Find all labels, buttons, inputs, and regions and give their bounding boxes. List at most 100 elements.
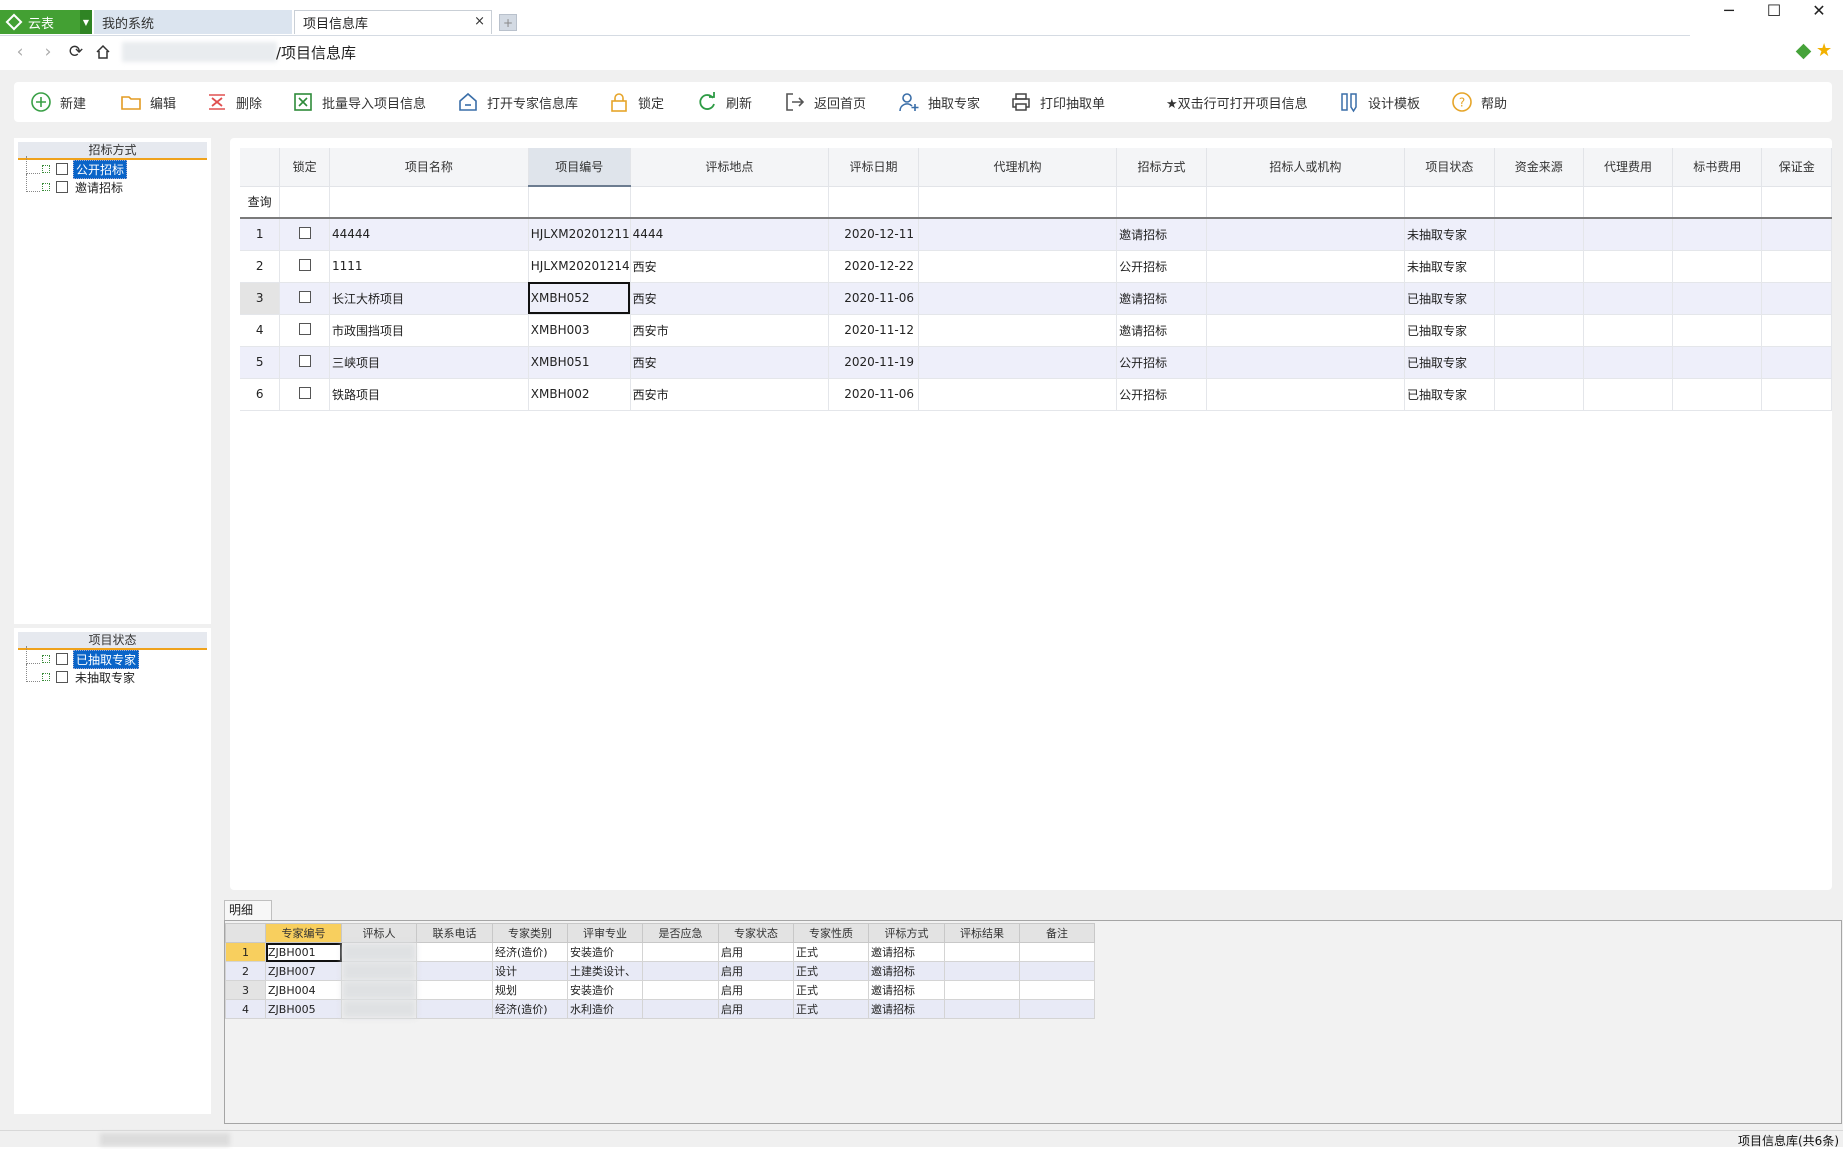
open-expert-db-button[interactable]: 打开专家信息库 [457,82,578,122]
lock-checkbox-cell[interactable] [279,314,330,347]
column-header[interactable]: 标书费用 [1672,148,1763,187]
detail-tab[interactable]: 明细 [224,900,272,920]
expert-state-cell[interactable]: 启用 [718,961,794,981]
back-home-button[interactable]: 返回首页 [784,82,866,122]
phone-cell[interactable] [416,961,493,981]
query-cell[interactable] [1116,186,1207,219]
expert-state-cell[interactable]: 启用 [718,980,794,1000]
expert-category-cell[interactable]: 经济(造价) [492,942,568,962]
query-cell[interactable] [828,186,919,219]
detail-column-header[interactable]: 评标方式 [868,923,945,943]
tenderer-cell[interactable] [1206,346,1405,379]
project-status-cell[interactable]: 未抽取专家 [1404,218,1495,251]
table-row[interactable]: 6 铁路项目 XMBH002 西安市 2020-11-06 公开招标 已抽取专家 [240,378,1832,411]
lock-checkbox[interactable] [298,290,311,303]
tab-close-icon[interactable]: × [474,14,485,29]
detail-column-header[interactable]: 联系电话 [416,923,493,943]
row-number[interactable]: 5 [240,346,281,379]
tab-my-system[interactable]: 我的系统 [94,10,292,34]
table-row[interactable]: 1 44444 HJLXM20201211 4444 2020-12-11 邀请招标 未抽取… [240,218,1832,251]
review-major-cell[interactable]: 安装造价 [567,980,643,1000]
fund-source-cell[interactable] [1494,218,1584,251]
project-name-cell[interactable]: 市政围挡项目 [329,314,529,347]
lock-checkbox[interactable] [298,354,311,367]
detail-column-header[interactable]: 专家性质 [793,923,869,943]
new-tab-button[interactable]: + [499,14,517,31]
column-header[interactable]: 评标日期 [828,148,919,187]
table-row[interactable]: 2 1111 HJLXM20201214 西安 2020-12-22 公开招标 未抽取专家 [240,250,1832,283]
project-name-cell[interactable]: 铁路项目 [329,378,529,411]
bid-place-cell[interactable]: 西安市 [630,378,830,411]
expert-state-cell[interactable]: 启用 [718,999,794,1019]
project-grid[interactable]: 锁定 项目名称 项目编号 评标地点 评标日期 代理机构 招标方式 招标人或机构 … [240,148,1832,890]
detail-column-header[interactable]: 评标人 [341,923,417,943]
filter-item-invited-bidding[interactable]: 邀请招标 [14,173,211,196]
new-button[interactable]: 新建 [30,82,86,122]
bid-doc-fee-cell[interactable] [1672,346,1763,379]
filter-item-not-drawn[interactable]: 未抽取专家 [14,663,211,686]
tenderer-cell[interactable] [1206,378,1405,411]
phone-cell[interactable] [416,999,493,1019]
filter-item-label[interactable]: 邀请招标 [73,179,125,196]
evaluator-cell-redacted[interactable] [341,942,417,962]
app-menu-button[interactable]: 云表 [0,10,80,34]
filter-item-drawn[interactable]: 已抽取专家 [14,645,211,669]
reload-icon[interactable]: ⟳ [66,42,86,62]
remark-cell[interactable] [1019,999,1095,1019]
bid-method-cell[interactable]: 邀请招标 [1116,282,1207,315]
bid-doc-fee-cell[interactable] [1672,378,1763,411]
deposit-cell[interactable] [1761,282,1832,315]
row-number[interactable]: 2 [225,961,266,981]
agency-fee-cell[interactable] [1583,378,1674,411]
delete-button[interactable]: 删除 [206,82,262,122]
evaluator-cell-redacted[interactable] [341,999,417,1019]
lock-checkbox[interactable] [298,226,311,239]
detail-column-header[interactable]: 评标结果 [944,923,1020,943]
bid-doc-fee-cell[interactable] [1672,218,1763,251]
detail-column-header[interactable]: 专家类别 [492,923,568,943]
bid-date-cell[interactable]: 2020-12-22 [828,250,919,283]
row-number[interactable]: 2 [240,250,281,283]
print-draw-button[interactable]: 打印抽取单 [1010,82,1105,122]
eval-result-cell[interactable] [944,999,1020,1019]
project-status-cell[interactable]: 未抽取专家 [1404,250,1495,283]
project-status-cell[interactable]: 已抽取专家 [1404,346,1495,379]
row-number[interactable]: 6 [240,378,281,411]
fund-source-cell[interactable] [1494,314,1584,347]
phone-cell[interactable] [416,980,493,1000]
query-cell[interactable] [1583,186,1674,219]
query-cell[interactable] [1672,186,1763,219]
batch-import-button[interactable]: 批量导入项目信息 [292,82,426,122]
row-number[interactable]: 1 [240,218,281,251]
evaluator-cell-redacted[interactable] [341,961,417,981]
fund-source-cell[interactable] [1494,378,1584,411]
phone-cell[interactable] [416,942,493,962]
bid-method-cell[interactable]: 邀请招标 [1116,314,1207,347]
agency-cell[interactable] [918,378,1118,411]
lock-button[interactable]: 锁定 [608,82,664,122]
lock-checkbox-cell[interactable] [279,378,330,411]
filter-checkbox[interactable] [56,671,68,683]
expert-category-cell[interactable]: 规划 [492,980,568,1000]
query-cell[interactable] [329,186,529,219]
bid-date-cell[interactable]: 2020-11-19 [828,346,919,379]
project-name-cell[interactable]: 1111 [329,250,529,283]
tab-project-library[interactable]: 项目信息库 × [294,10,492,34]
table-row[interactable]: 3 长江大桥项目 XMBH052 西安 2020-11-06 邀请招标 已抽取专家 [240,282,1832,315]
help-button[interactable]: ? 帮助 [1451,82,1507,122]
project-code-cell[interactable]: XMBH003 [528,314,631,347]
expert-code-cell[interactable]: ZJBH001 [265,942,342,962]
detail-column-header[interactable]: 专家状态 [718,923,794,943]
lock-checkbox-cell[interactable] [279,218,330,251]
bid-doc-fee-cell[interactable] [1672,250,1763,283]
minimize-button[interactable]: ─ [1707,0,1751,20]
tenderer-cell[interactable] [1206,314,1405,347]
fund-source-cell[interactable] [1494,346,1584,379]
agency-cell[interactable] [918,218,1118,251]
filter-item-open-bidding[interactable]: 公开招标 [14,155,211,179]
detail-column-header[interactable]: 评审专业 [567,923,643,943]
column-header[interactable]: 保证金 [1761,148,1832,187]
agency-fee-cell[interactable] [1583,314,1674,347]
filter-item-label[interactable]: 未抽取专家 [73,669,137,686]
agency-cell[interactable] [918,250,1118,283]
